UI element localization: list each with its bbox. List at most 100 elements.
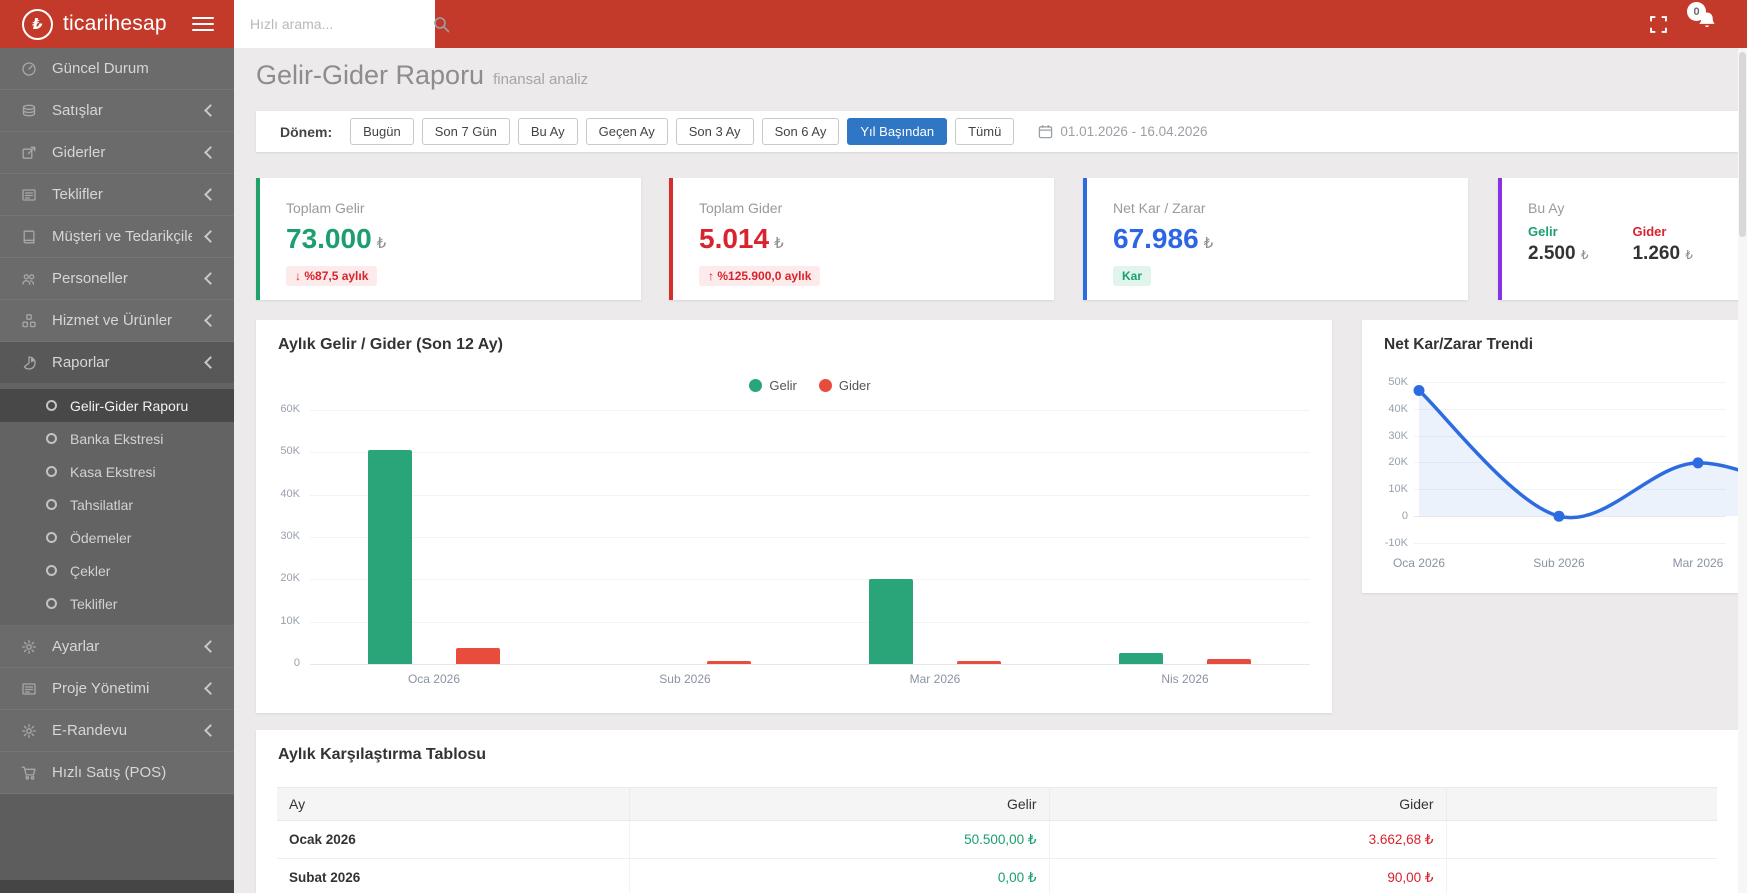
sidebar-subitem-banka-ekstresi[interactable]: Banka Ekstresi bbox=[0, 422, 234, 455]
sidebar-subitem-gelir-gider-raporu[interactable]: Gelir-Gider Raporu bbox=[0, 389, 234, 422]
scrollbar-track[interactable] bbox=[1738, 48, 1747, 893]
bar-gider-sub-2026 bbox=[707, 661, 751, 664]
sidebar-subitem-teklifler[interactable]: Teklifler bbox=[0, 587, 234, 620]
sidebar-item-g-ncel-durum[interactable]: Güncel Durum bbox=[0, 48, 234, 90]
sidebar-item-label: Raporlar bbox=[52, 354, 110, 371]
sidebar-item-label: Satışlar bbox=[52, 102, 103, 119]
offers-icon bbox=[20, 187, 38, 203]
period-button-son-7-g-n[interactable]: Son 7 Gün bbox=[421, 117, 510, 146]
period-button-ge-en-ay[interactable]: Geçen Ay bbox=[585, 117, 668, 146]
bar-gider-oca-2026 bbox=[456, 648, 500, 664]
table-row-subat-2026: Subat 2026 0,00 ₺ 90,00 ₺ bbox=[277, 858, 1717, 893]
sidebar-item-teklifler[interactable]: Teklifler bbox=[0, 174, 234, 216]
sidebar-item-label: Hizmet ve Ürünler bbox=[52, 312, 173, 329]
chevron-left-icon bbox=[204, 104, 217, 117]
period-button-y-l-ba-ndan[interactable]: Yıl Başından bbox=[847, 117, 948, 146]
stat-label: Toplam Gider bbox=[699, 200, 783, 216]
circle-icon bbox=[46, 532, 57, 543]
notifications-bell[interactable]: 0 bbox=[1687, 2, 1717, 37]
brand[interactable]: ₺ ticarihesap bbox=[0, 0, 234, 48]
period-button-t-m[interactable]: Tümü bbox=[955, 117, 1015, 146]
hamburger-menu-icon[interactable] bbox=[186, 11, 220, 37]
cell-gider: 90,00 ₺ bbox=[1049, 858, 1447, 893]
table-column-empty bbox=[1446, 787, 1717, 821]
table-header: Ay Gelir Gider bbox=[277, 787, 1717, 821]
y-axis-tick: 40K bbox=[280, 487, 300, 500]
bar-gider-nis-2026 bbox=[1207, 658, 1251, 664]
page-title: Gelir-Gider Raporu bbox=[256, 60, 485, 90]
products-icon bbox=[20, 313, 38, 329]
sidebar-item-giderler[interactable]: Giderler bbox=[0, 132, 234, 174]
period-button-bug-n[interactable]: Bugün bbox=[350, 117, 414, 146]
search-icon[interactable] bbox=[433, 16, 450, 33]
sidebar-item-label: Teklifler bbox=[52, 186, 103, 203]
gridline bbox=[310, 452, 1310, 454]
main-content: Gelir-Gider Raporu finansal analiz Dönem… bbox=[234, 48, 1747, 893]
comparison-table-card: Aylık Karşılaştırma Tablosu Ay Gelir Gider… bbox=[256, 730, 1738, 893]
sidebar-subitem-label: Kasa Ekstresi bbox=[70, 463, 156, 480]
chevron-left-icon bbox=[204, 188, 217, 201]
chevron-left-icon bbox=[204, 146, 217, 159]
stat-card-net-kar-zarar: Net Kar / Zarar 67.986 ₺ Kar bbox=[1083, 178, 1468, 300]
sidebar-item-personeller[interactable]: Personeller bbox=[0, 258, 234, 300]
cell-month: Subat 2026 bbox=[277, 858, 630, 893]
quick-search bbox=[234, 0, 450, 48]
period-button-son-6-ay[interactable]: Son 6 Ay bbox=[761, 117, 840, 146]
table-title: Aylık Karşılaştırma Tablosu bbox=[278, 746, 487, 763]
trend-point bbox=[1692, 457, 1704, 469]
period-button-bu-ay[interactable]: Bu Ay bbox=[517, 117, 578, 146]
stat-card-toplam-gelir: Toplam Gelir 73.000 ₺ ↓ %87,5 aylık bbox=[256, 178, 641, 300]
sidebar-item-proje-y-netimi[interactable]: Proje Yönetimi bbox=[0, 668, 234, 710]
circle-icon bbox=[46, 598, 57, 609]
sidebar-item-raporlar[interactable]: Raporlar bbox=[0, 342, 234, 384]
cell-empty bbox=[1446, 820, 1717, 859]
trend-chart-card: Net Kar/Zarar Trendi 50K 40K 30K 20K 10K 0 -10… bbox=[1362, 320, 1738, 593]
sidebar-menu: Güncel Durum Satışlar Giderler Teklifler Müş… bbox=[0, 48, 234, 794]
cell-gelir: 0,00 ₺ bbox=[629, 858, 1050, 893]
trend-line-svg bbox=[1413, 385, 1738, 522]
fullscreen-icon[interactable] bbox=[1650, 15, 1667, 33]
chevron-left-icon bbox=[204, 272, 217, 285]
gauge-icon bbox=[20, 61, 38, 77]
brand-name: ticarihesap bbox=[63, 12, 167, 35]
stat-change-badge: ↓ %87,5 aylık bbox=[286, 266, 378, 286]
bar-gider-mar-2026 bbox=[957, 661, 1001, 664]
stat-change-badge: ↑ %125.900,0 aylık bbox=[699, 266, 821, 286]
sidebar-item-hizmet-ve-r-nler[interactable]: Hizmet ve Ürünler bbox=[0, 300, 234, 342]
sidebar-subitem-demeler[interactable]: Ödemeler bbox=[0, 521, 234, 554]
gridline bbox=[310, 494, 1310, 496]
period-button-son-3-ay[interactable]: Son 3 Ay bbox=[675, 117, 754, 146]
customers-icon bbox=[20, 229, 38, 245]
table-column-gider: Gider bbox=[1049, 787, 1447, 821]
bar-chart-card: Aylık Gelir / Gider (Son 12 Ay) Gelir Gid… bbox=[256, 320, 1332, 713]
chevron-left-icon bbox=[204, 356, 217, 369]
sidebar-item-sat-lar[interactable]: Satışlar bbox=[0, 90, 234, 132]
sidebar-item-m-teri-ve-tedarik-iler[interactable]: Müşteri ve Tedarikçiler bbox=[0, 216, 234, 258]
sidebar-item-h-zl-sat-pos[interactable]: Hızlı Satış (POS) bbox=[0, 752, 234, 794]
sidebar-subitem-label: Teklifler bbox=[70, 595, 118, 612]
sidebar-item-ayarlar[interactable]: Ayarlar bbox=[0, 626, 234, 668]
x-axis-label: Oca 2026 bbox=[407, 672, 461, 686]
scrollbar-thumb[interactable] bbox=[1739, 52, 1746, 237]
page-header: Gelir-Gider Raporu finansal analiz bbox=[256, 60, 588, 91]
table-column-ay: Ay bbox=[277, 787, 630, 821]
notification-count-badge: 0 bbox=[1687, 2, 1706, 21]
cell-gider: 3.662,68 ₺ bbox=[1049, 820, 1447, 859]
sidebar-item-e-randevu[interactable]: E-Randevu bbox=[0, 710, 234, 752]
search-input[interactable] bbox=[248, 15, 433, 33]
x-axis-label: Mar 2026 bbox=[909, 672, 961, 686]
sidebar-subitem-ekler[interactable]: Çekler bbox=[0, 554, 234, 587]
trend-point bbox=[1413, 385, 1425, 396]
stat-card-bu-ay: Bu Ay Gelir 2.500 ₺ Gider 1.260 ₺ bbox=[1498, 178, 1747, 300]
staff-icon bbox=[20, 271, 38, 287]
date-range: 01.01.2026 - 16.04.2026 bbox=[1038, 124, 1207, 139]
sidebar-item-label: Hızlı Satış (POS) bbox=[52, 764, 167, 781]
sidebar-subitem-kasa-ekstresi[interactable]: Kasa Ekstresi bbox=[0, 455, 234, 488]
sidebar: Güncel Durum Satışlar Giderler Teklifler Müş… bbox=[0, 48, 234, 893]
sidebar-subitem-tahsilatlar[interactable]: Tahsilatlar bbox=[0, 488, 234, 521]
gridline bbox=[310, 621, 1310, 623]
comparison-table: Ay Gelir Gider Ocak 2026 50.500,00 ₺ 3.662,6… bbox=[277, 787, 1717, 893]
stat-label: Bu Ay bbox=[1528, 200, 1565, 216]
bar-gelir-oca-2026 bbox=[368, 450, 412, 664]
chevron-left-icon bbox=[204, 682, 217, 695]
